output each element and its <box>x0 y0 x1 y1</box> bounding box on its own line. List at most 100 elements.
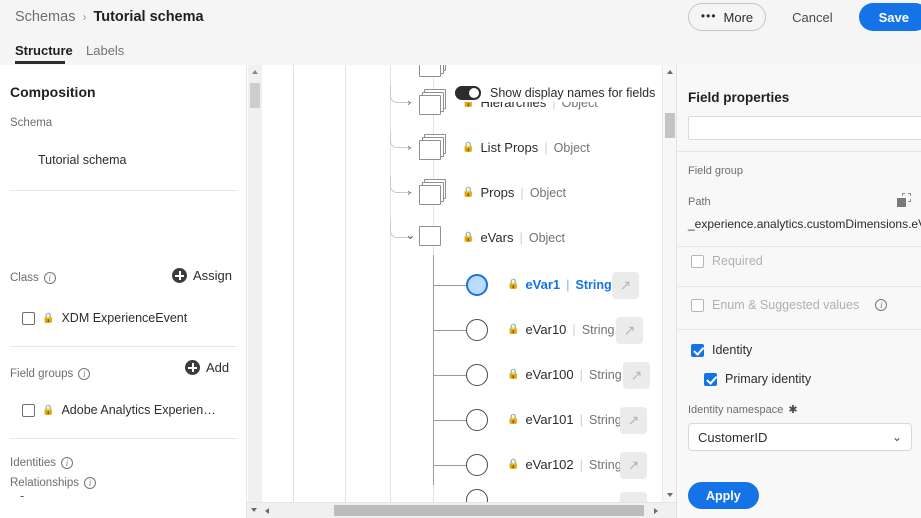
field-node-circle[interactable] <box>466 319 488 341</box>
field-node-circle[interactable] <box>466 454 488 476</box>
tree-node-text: 🔒 eVars | Object <box>462 230 565 245</box>
field-group-item-row[interactable]: 🔒 Adobe Analytics Experien… <box>22 403 216 417</box>
field-name: eVar1 <box>525 277 561 292</box>
class-item-row[interactable]: 🔒 XDM ExperienceEvent <box>22 311 187 325</box>
separator: | <box>519 230 523 245</box>
enum-checkbox[interactable] <box>691 298 704 312</box>
assign-class-button[interactable]: Assign <box>172 268 232 283</box>
tree-field-text: 🔒 eVar1 | String <box>507 277 612 292</box>
jump-to-field-icon[interactable]: ↗ <box>620 452 647 479</box>
primary-identity-row[interactable]: Primary identity <box>704 372 811 386</box>
add-label: Add <box>206 360 230 375</box>
chevron-down-icon[interactable]: ⌄ <box>405 229 416 242</box>
required-checkbox[interactable] <box>691 254 704 268</box>
tree-node-list-props[interactable]: › 🔒 List Props | Object <box>247 131 662 165</box>
show-display-names-toggle-row[interactable]: Show display names for fields <box>453 84 660 102</box>
node-name: List Props <box>480 140 539 155</box>
jump-to-field-icon[interactable]: ↗ <box>612 272 639 299</box>
identity-row[interactable]: Identity <box>691 343 752 357</box>
separator: | <box>579 457 584 472</box>
breadcrumb-separator-icon: › <box>82 10 87 24</box>
divider <box>677 246 921 247</box>
chevron-right-icon[interactable]: › <box>407 97 411 108</box>
identity-namespace-select[interactable]: CustomerID ⌄ <box>688 423 912 451</box>
relationships-label: Relationships <box>10 477 80 489</box>
save-button[interactable]: Save <box>858 3 921 31</box>
field-name-input[interactable] <box>688 116 921 140</box>
tree-node-evars[interactable]: ⌄ 🔒 eVars | Object <box>247 221 662 255</box>
required-asterisk-icon: ✱ <box>788 404 798 416</box>
breadcrumb-schemas-link[interactable]: Schemas <box>15 9 75 25</box>
tree-field-evar100[interactable]: 🔒 eVar100 | String ↗ <box>247 358 662 392</box>
apply-button[interactable]: Apply <box>688 482 759 509</box>
tree-horizontal-scrollbar[interactable] <box>247 502 676 518</box>
copy-path-icon[interactable] <box>897 193 911 207</box>
info-icon[interactable]: i <box>875 299 888 311</box>
schema-label: Schema <box>10 117 53 129</box>
enum-row[interactable]: Enum & Suggested values i <box>691 298 888 312</box>
tree-field-evar10[interactable]: 🔒 eVar10 | String ↗ <box>247 313 662 347</box>
object-icon <box>419 179 447 205</box>
class-checkbox[interactable] <box>22 311 35 325</box>
tree-node-props[interactable]: › 🔒 Props | Object <box>247 176 662 210</box>
field-properties-title: Field properties <box>688 90 790 105</box>
info-icon[interactable]: i <box>61 457 74 469</box>
show-display-names-toggle[interactable] <box>455 86 481 100</box>
jump-to-field-icon[interactable]: ↗ <box>616 317 643 344</box>
cancel-button[interactable]: Cancel <box>776 3 848 31</box>
field-node-circle[interactable] <box>466 364 488 386</box>
scrollbar-thumb[interactable] <box>334 505 644 516</box>
tree-field-evar101[interactable]: 🔒 eVar101 | String ↗ <box>247 403 662 437</box>
composition-panel: Composition Schema Tutorial schema Class… <box>0 65 247 518</box>
identities-label-row: Identities i <box>10 457 74 469</box>
schema-tree-panel: › 🔒 Hierarchies | Object › 🔒 List Props … <box>247 65 676 518</box>
tree-vertical-scrollbar[interactable] <box>662 65 676 502</box>
required-row[interactable]: Required <box>691 254 763 268</box>
chevron-down-icon: ⌄ <box>891 430 902 444</box>
primary-identity-checkbox[interactable] <box>704 372 717 386</box>
tab-labels[interactable]: Labels <box>86 43 124 58</box>
field-node-circle[interactable] <box>466 274 488 296</box>
field-type: String <box>581 322 615 337</box>
tree-field-evar102[interactable]: 🔒 eVar102 | String ↗ <box>247 448 662 482</box>
field-type: String <box>589 457 622 472</box>
tree-field-evar1[interactable]: 🔒 eVar1 | String ↗ <box>247 268 662 302</box>
identity-checkbox[interactable] <box>691 343 704 357</box>
more-button[interactable]: ••• More <box>687 3 767 31</box>
composition-title: Composition <box>10 84 96 100</box>
class-label-row: Class i <box>10 272 56 284</box>
app-header: Schemas › Tutorial schema ••• More Cance… <box>0 0 921 38</box>
separator: | <box>566 277 570 292</box>
add-field-group-button[interactable]: Add <box>185 360 229 375</box>
field-name: eVar10 <box>525 322 567 337</box>
scroll-corner-down-icon[interactable] <box>251 507 257 512</box>
tab-active-indicator <box>15 61 65 64</box>
tab-structure[interactable]: Structure <box>15 43 73 58</box>
class-item-label: XDM ExperienceEvent <box>61 311 188 325</box>
identity-label: Identity <box>712 343 753 357</box>
chevron-right-icon[interactable]: › <box>407 142 411 153</box>
field-node-circle[interactable] <box>466 409 488 431</box>
scroll-right-icon[interactable] <box>654 507 658 514</box>
info-icon[interactable]: i <box>78 368 91 380</box>
field-group-checkbox[interactable] <box>22 403 35 417</box>
chevron-right-icon[interactable]: › <box>407 187 411 198</box>
scroll-left-icon[interactable] <box>265 507 269 514</box>
tree-rows-container: › 🔒 Hierarchies | Object › 🔒 List Props … <box>247 65 662 518</box>
scroll-down-icon[interactable] <box>667 493 673 497</box>
schema-value[interactable]: Tutorial schema <box>38 153 126 167</box>
jump-to-field-icon[interactable]: ↗ <box>620 407 647 434</box>
info-icon[interactable]: i <box>43 272 56 284</box>
plus-icon <box>172 268 187 283</box>
info-icon[interactable]: i <box>84 477 97 489</box>
jump-to-field-icon[interactable]: ↗ <box>623 362 650 389</box>
separator: | <box>544 140 548 155</box>
toggle-label: Show display names for fields <box>490 86 656 100</box>
scrollbar-thumb[interactable] <box>665 113 675 138</box>
scroll-up-icon[interactable] <box>667 70 673 74</box>
divider <box>677 286 921 287</box>
lock-icon: 🔒 <box>507 414 520 425</box>
separator: | <box>520 185 524 200</box>
divider <box>10 438 237 439</box>
node-type: Object <box>529 185 566 200</box>
